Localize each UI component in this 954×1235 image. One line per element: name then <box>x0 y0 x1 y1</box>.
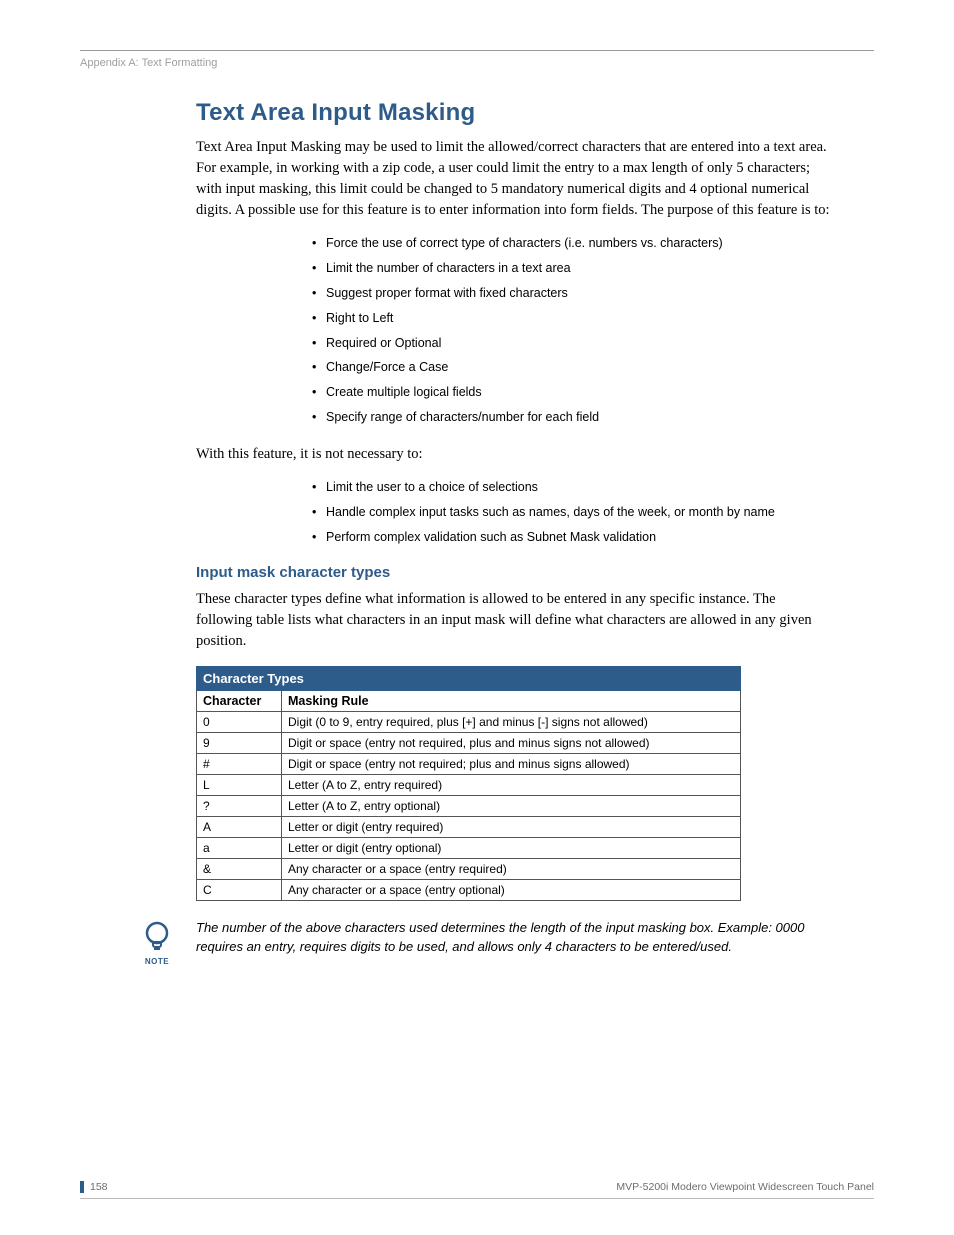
subsection-heading: Input mask character types <box>196 564 834 581</box>
cell-character: A <box>197 816 282 837</box>
cell-character: & <box>197 858 282 879</box>
cell-character: L <box>197 774 282 795</box>
table-row: #Digit or space (entry not required; plu… <box>197 753 741 774</box>
cell-rule: Any character or a space (entry optional… <box>282 879 741 900</box>
section-heading: Text Area Input Masking <box>196 99 834 127</box>
page-number: 158 <box>90 1181 108 1193</box>
table-col-character: Character <box>197 690 282 711</box>
bridge-paragraph: With this feature, it is not necessary t… <box>196 444 834 465</box>
note-label: NOTE <box>136 957 178 966</box>
footer-rule <box>80 1198 874 1199</box>
subsection-paragraph: These character types define what inform… <box>196 589 834 652</box>
list-item: Right to Left <box>316 310 834 327</box>
footer-tick-icon <box>80 1181 84 1193</box>
not-necessary-list: Limit the user to a choice of selections… <box>196 479 834 546</box>
cell-rule: Digit (0 to 9, entry required, plus [+] … <box>282 711 741 732</box>
list-item: Force the use of correct type of charact… <box>316 235 834 252</box>
list-item: Change/Force a Case <box>316 359 834 376</box>
cell-character: C <box>197 879 282 900</box>
cell-rule: Letter (A to Z, entry optional) <box>282 795 741 816</box>
cell-character: 9 <box>197 732 282 753</box>
table-row: aLetter or digit (entry optional) <box>197 837 741 858</box>
table-title: Character Types <box>197 666 741 690</box>
table-row: 0Digit (0 to 9, entry required, plus [+]… <box>197 711 741 732</box>
page-footer: 158 MVP-5200i Modero Viewpoint Widescree… <box>80 1181 874 1193</box>
cell-rule: Digit or space (entry not required; plus… <box>282 753 741 774</box>
list-item: Create multiple logical fields <box>316 384 834 401</box>
purpose-list: Force the use of correct type of charact… <box>196 235 834 426</box>
document-page: Appendix A: Text Formatting Text Area In… <box>0 0 954 1235</box>
lightbulb-icon <box>140 919 174 955</box>
footer-doc-title: MVP-5200i Modero Viewpoint Widescreen To… <box>616 1181 874 1193</box>
cell-rule: Letter (A to Z, entry required) <box>282 774 741 795</box>
cell-character: # <box>197 753 282 774</box>
cell-character: ? <box>197 795 282 816</box>
list-item: Required or Optional <box>316 335 834 352</box>
table-row: ALetter or digit (entry required) <box>197 816 741 837</box>
cell-rule: Digit or space (entry not required, plus… <box>282 732 741 753</box>
table-col-rule: Masking Rule <box>282 690 741 711</box>
note-block: NOTE The number of the above characters … <box>136 919 834 966</box>
table-row: 9Digit or space (entry not required, plu… <box>197 732 741 753</box>
character-types-table: Character Types Character Masking Rule 0… <box>196 666 741 901</box>
table-row: &Any character or a space (entry require… <box>197 858 741 879</box>
table-row: ?Letter (A to Z, entry optional) <box>197 795 741 816</box>
note-icon-wrap: NOTE <box>136 919 178 966</box>
list-item: Specify range of characters/number for e… <box>316 409 834 426</box>
intro-paragraph: Text Area Input Masking may be used to l… <box>196 137 834 221</box>
list-item: Handle complex input tasks such as names… <box>316 504 834 521</box>
main-content: Text Area Input Masking Text Area Input … <box>196 99 834 966</box>
cell-character: a <box>197 837 282 858</box>
cell-rule: Letter or digit (entry required) <box>282 816 741 837</box>
running-header: Appendix A: Text Formatting <box>80 57 874 69</box>
note-text: The number of the above characters used … <box>196 919 834 957</box>
table-row: CAny character or a space (entry optiona… <box>197 879 741 900</box>
cell-rule: Letter or digit (entry optional) <box>282 837 741 858</box>
list-item: Perform complex validation such as Subne… <box>316 529 834 546</box>
cell-rule: Any character or a space (entry required… <box>282 858 741 879</box>
list-item: Limit the user to a choice of selections <box>316 479 834 496</box>
header-rule <box>80 50 874 51</box>
table-row: LLetter (A to Z, entry required) <box>197 774 741 795</box>
list-item: Suggest proper format with fixed charact… <box>316 285 834 302</box>
cell-character: 0 <box>197 711 282 732</box>
list-item: Limit the number of characters in a text… <box>316 260 834 277</box>
page-number-wrap: 158 <box>80 1181 108 1193</box>
